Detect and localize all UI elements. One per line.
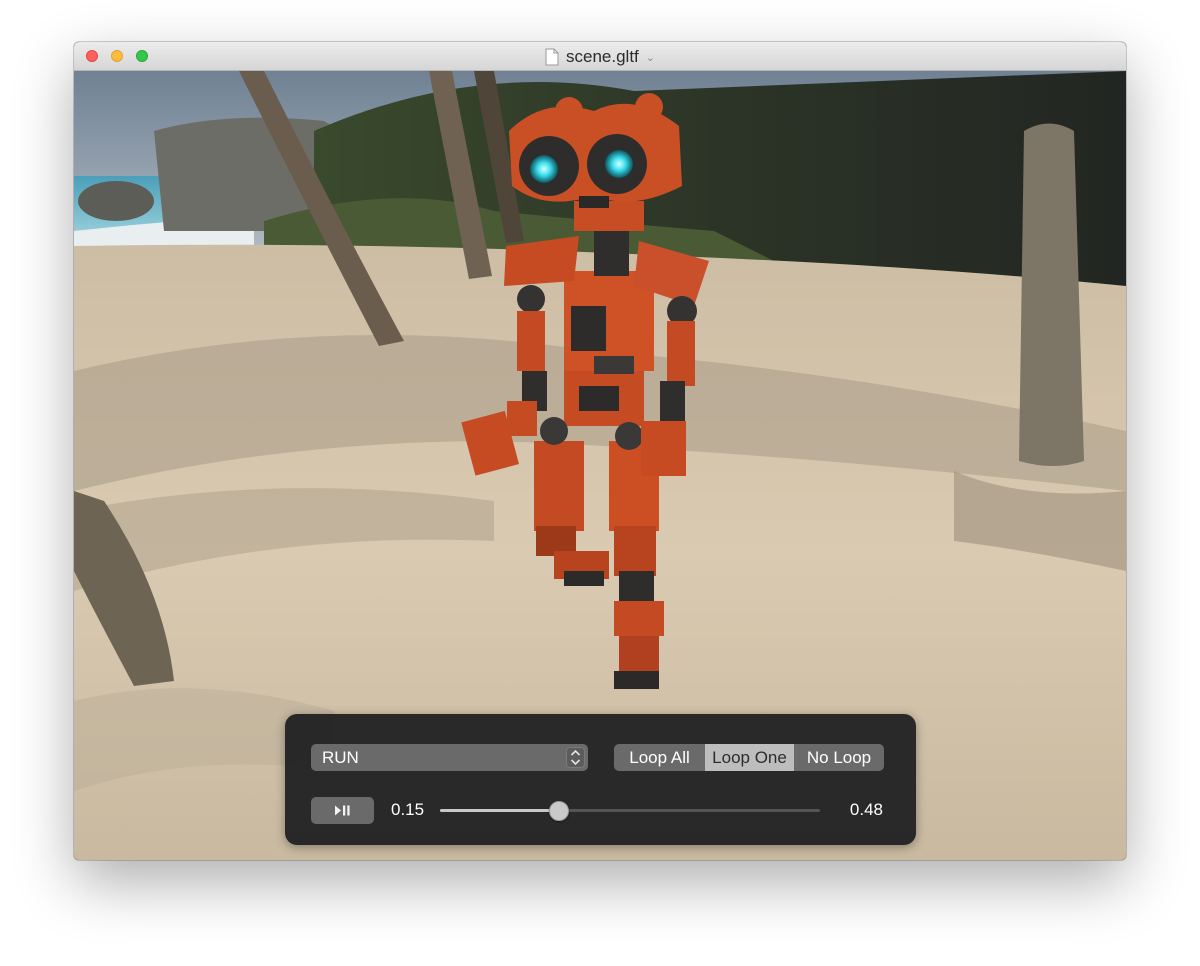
slider-fill: [440, 809, 559, 812]
window-title-text: scene.gltf: [566, 46, 639, 66]
stepper-arrows-icon[interactable]: [566, 747, 585, 768]
loop-all-segment[interactable]: Loop All: [614, 744, 705, 771]
chevron-down-icon[interactable]: ⌄: [646, 51, 655, 64]
loop-one-segment[interactable]: Loop One: [705, 744, 794, 771]
window-title[interactable]: scene.gltf ⌄: [74, 42, 1126, 71]
loop-mode-segmented-control: Loop All Loop One No Loop: [614, 744, 884, 771]
duration-label: 0.48: [849, 800, 883, 819]
animation-select[interactable]: RUN: [311, 744, 588, 771]
play-pause-button[interactable]: [311, 797, 374, 824]
scene-viewport[interactable]: RUN Loop All Loop One No Loop 0.15 0.48: [74, 71, 1126, 860]
current-time-label: 0.15: [391, 800, 425, 819]
timeline-slider[interactable]: [440, 800, 820, 822]
document-icon: [545, 48, 559, 65]
no-loop-segment[interactable]: No Loop: [794, 744, 884, 771]
play-pause-icon: [335, 805, 350, 816]
animation-controls-panel: RUN Loop All Loop One No Loop 0.15 0.48: [285, 714, 916, 845]
title-bar[interactable]: scene.gltf ⌄: [74, 42, 1126, 71]
app-window: scene.gltf ⌄ RUN Loop All Loop One No Lo…: [74, 42, 1126, 860]
slider-thumb[interactable]: [548, 801, 569, 821]
animation-select-value: RUN: [322, 748, 359, 767]
